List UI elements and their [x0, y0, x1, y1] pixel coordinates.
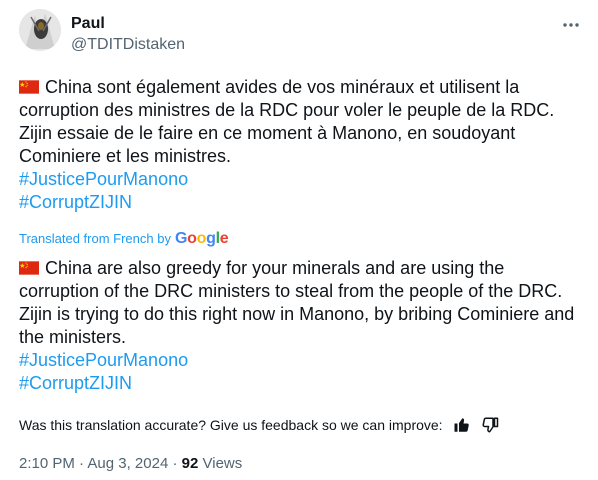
translation-feedback: Was this translation accurate? Give us f… — [19, 416, 499, 434]
views-label: Views — [202, 455, 243, 472]
original-body: China sont également avides de vos minér… — [19, 76, 584, 168]
tweet-time[interactable]: 2:10 PM — [19, 455, 75, 472]
avatar-image — [19, 9, 61, 51]
thumbs-down-icon[interactable] — [481, 416, 499, 434]
original-tweet-text: China sont également avides de vos minér… — [19, 76, 584, 214]
author-handle[interactable]: @TDITDistaken — [71, 35, 185, 55]
more-options-icon[interactable] — [561, 15, 581, 35]
translation-notice-text: Translated from French by — [19, 231, 171, 246]
tweet-meta: 2:10 PM · Aug 3, 2024 · 92 Views — [19, 454, 242, 474]
translated-body: China are also greedy for your minerals … — [19, 257, 584, 349]
google-logo: Google — [174, 230, 229, 247]
tweet-date[interactable]: Aug 3, 2024 — [87, 455, 168, 472]
views-count: 92 — [181, 455, 199, 472]
author-name[interactable]: Paul — [71, 14, 105, 34]
hashtag-link[interactable]: #CorruptZIJIN — [19, 191, 584, 214]
hashtag-link[interactable]: #JusticePourManono — [19, 349, 584, 372]
translated-tweet-text: China are also greedy for your minerals … — [19, 257, 584, 395]
hashtag-link[interactable]: #JusticePourManono — [19, 168, 584, 191]
thumbs-up-icon[interactable] — [453, 416, 471, 434]
original-body-text: China sont également avides de vos minér… — [19, 77, 555, 166]
tweet-header: Paul @TDITDistaken — [19, 9, 584, 57]
meta-separator: · — [79, 455, 85, 472]
china-flag-icon — [19, 261, 39, 275]
hashtag-link[interactable]: #CorruptZIJIN — [19, 372, 584, 395]
feedback-question: Was this translation accurate? Give us f… — [19, 417, 443, 433]
meta-separator: · — [172, 455, 178, 472]
translation-notice[interactable]: Translated from French by Google — [19, 230, 229, 247]
translated-body-text: China are also greedy for your minerals … — [19, 258, 575, 347]
avatar[interactable] — [19, 9, 61, 51]
china-flag-icon — [19, 80, 39, 94]
